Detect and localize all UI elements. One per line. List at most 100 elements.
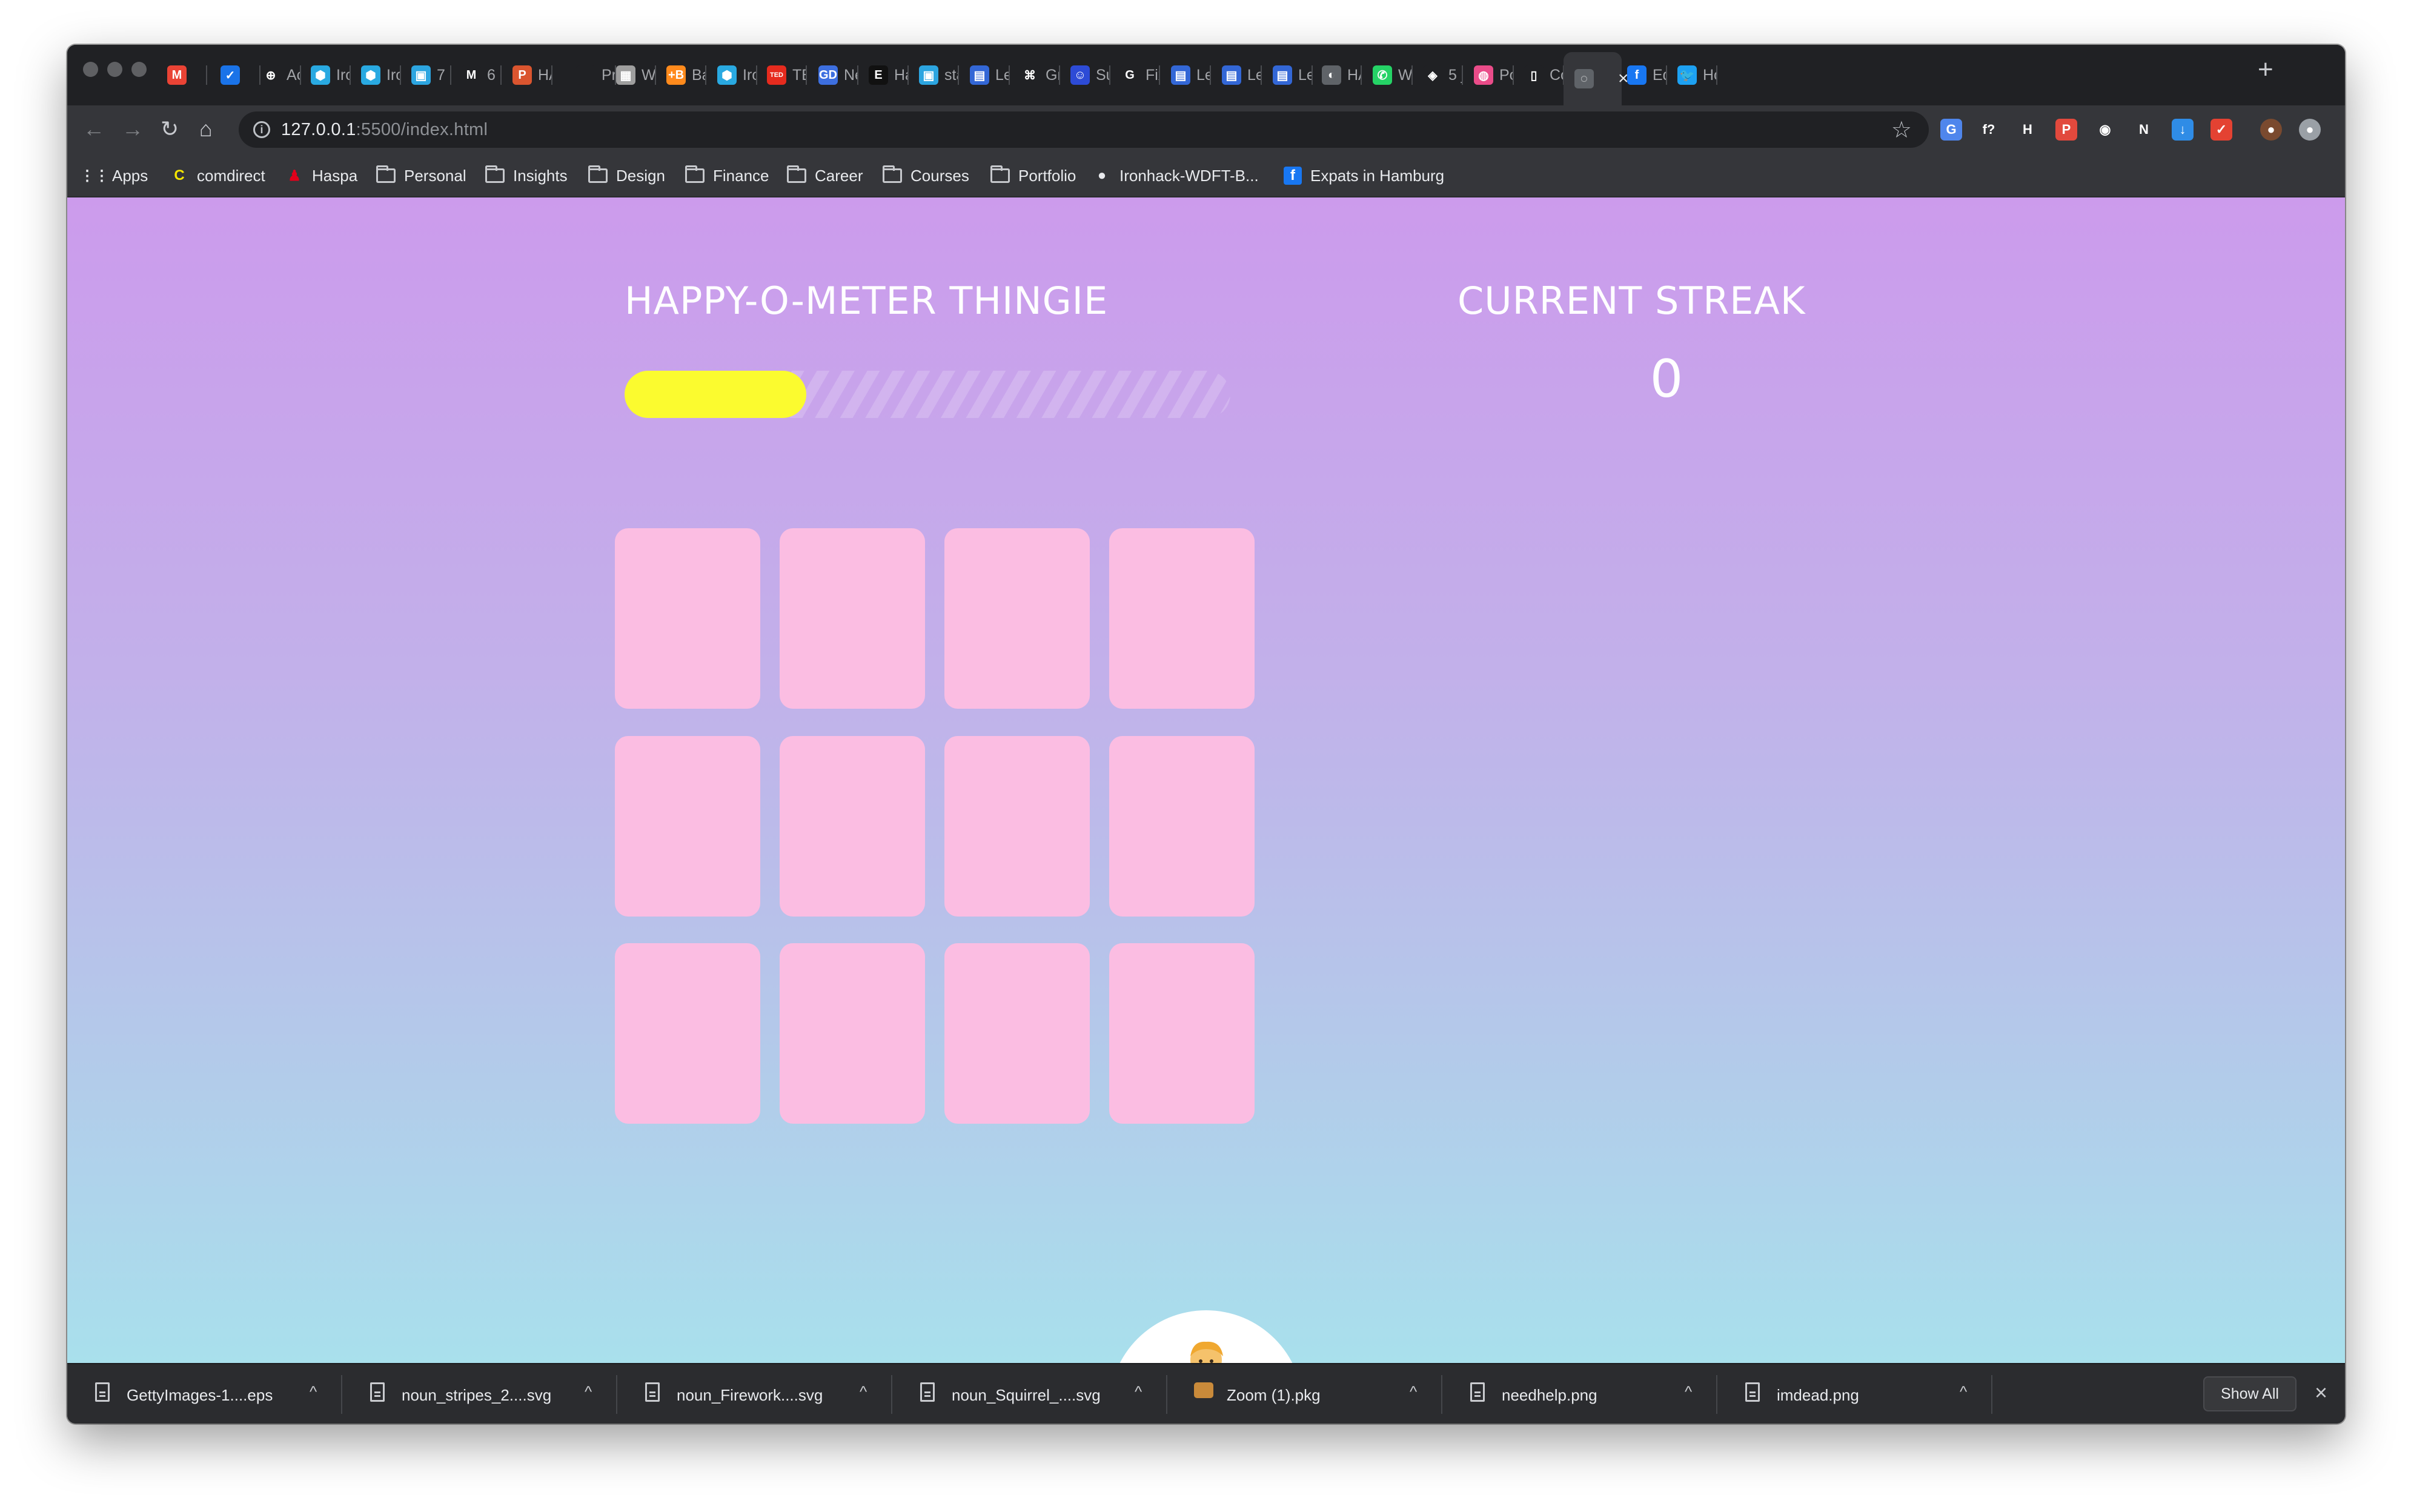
- chevron-up-icon[interactable]: ^: [310, 1382, 317, 1401]
- browser-tab[interactable]: ☺ Su: [1060, 53, 1110, 97]
- browser-tab[interactable]: M 6 e: [451, 53, 502, 97]
- download-item-zoom[interactable]: Zoom (1).pkg ^: [1167, 1364, 1442, 1424]
- site-info-icon[interactable]: i: [253, 121, 270, 138]
- new-tab-button[interactable]: +: [2258, 55, 2273, 85]
- todoist-icon[interactable]: ✓: [2210, 119, 2232, 141]
- close-downloads-icon[interactable]: ×: [2315, 1380, 2327, 1405]
- browser-tab[interactable]: 🐦 Ho: [1666, 53, 1717, 97]
- browser-tab[interactable]: ◐ HA: [1311, 53, 1362, 97]
- forward-button[interactable]: →: [122, 114, 144, 144]
- download-item-stripes[interactable]: noun_stripes_2....svg ^: [342, 1364, 617, 1424]
- reload-button[interactable]: ↻: [161, 114, 179, 144]
- bookmark-design[interactable]: Design: [588, 164, 665, 188]
- browser-tab[interactable]: ◈ 5 j: [1412, 53, 1463, 97]
- folder-icon: [883, 165, 902, 183]
- memory-card[interactable]: [780, 736, 925, 917]
- bookmark-expats[interactable]: f Expats in Hamburg: [1284, 164, 1444, 188]
- browser-tab[interactable]: ✆ W: [1362, 53, 1413, 97]
- back-button[interactable]: ←: [83, 114, 105, 144]
- browser-tab[interactable]: TED TE: [756, 53, 807, 97]
- bookmark-courses[interactable]: Courses: [883, 164, 969, 188]
- download-item-needhelp[interactable]: needhelp.png ^: [1442, 1364, 1717, 1424]
- browser-tab[interactable]: ▤ Le: [1262, 53, 1313, 97]
- memory-card[interactable]: [615, 943, 760, 1124]
- memory-card[interactable]: [615, 528, 760, 709]
- browser-tab[interactable]: ⊕ Ac: [250, 53, 301, 97]
- browser-tab[interactable]: ◍ Po: [1463, 53, 1514, 97]
- browser-tab[interactable]: f Ed: [1616, 53, 1667, 97]
- notion-icon[interactable]: N: [2133, 119, 2155, 141]
- browser-tab[interactable]: E Ha: [858, 53, 909, 97]
- bookmark-portfolio[interactable]: Portfolio: [990, 164, 1076, 188]
- bookmark-star-icon[interactable]: ☆: [1891, 116, 1912, 144]
- memory-card[interactable]: [615, 736, 760, 917]
- browser-tab[interactable]: ⬢ Iro: [350, 53, 401, 97]
- chevron-up-icon[interactable]: ^: [1960, 1382, 1967, 1401]
- close-window-button[interactable]: [83, 62, 98, 77]
- bookmark-insights[interactable]: Insights: [485, 164, 568, 188]
- browser-tab[interactable]: ▤ Le: [959, 53, 1010, 97]
- bookmark-ironhack[interactable]: ● Ironhack-WDFT-B...: [1093, 164, 1259, 188]
- memory-card[interactable]: [944, 943, 1090, 1124]
- download-filename: noun_Squirrel_....svg: [952, 1386, 1101, 1404]
- browser-tab[interactable]: ▣ sta: [908, 53, 959, 97]
- download-filename: Zoom (1).pkg: [1227, 1386, 1321, 1404]
- translate-icon[interactable]: G: [1940, 119, 1962, 141]
- browser-tab[interactable]: ⌘ Gr: [1009, 53, 1060, 97]
- tab-title: sta: [944, 66, 959, 84]
- chevron-up-icon[interactable]: ^: [585, 1382, 592, 1401]
- browser-tab[interactable]: ▦ Wi: [605, 53, 656, 97]
- tab-title: 6 e: [487, 66, 502, 84]
- browser-tab[interactable]: ◌ ×: [1564, 52, 1629, 105]
- minimize-window-button[interactable]: [107, 62, 122, 77]
- memory-card[interactable]: [944, 736, 1090, 917]
- bookmark-haspa[interactable]: ♟ Haspa: [285, 164, 357, 188]
- bookmark-finance[interactable]: Finance: [685, 164, 769, 188]
- tab-title: Gr: [1046, 66, 1060, 84]
- memory-card[interactable]: [1109, 736, 1255, 917]
- bookmark-career[interactable]: Career: [787, 164, 863, 188]
- chevron-up-icon[interactable]: ^: [1685, 1382, 1692, 1401]
- browser-tab[interactable]: M: [156, 53, 207, 97]
- download-ext-icon[interactable]: ↓: [2172, 119, 2194, 141]
- tab-title: Po: [1499, 66, 1514, 84]
- memory-card[interactable]: [780, 528, 925, 709]
- h-icon[interactable]: H: [2017, 119, 2038, 141]
- download-item-squirrel[interactable]: noun_Squirrel_....svg ^: [892, 1364, 1167, 1424]
- browser-tab[interactable]: +B Bal: [655, 53, 706, 97]
- browser-tab[interactable]: ▯ Co: [1513, 53, 1564, 97]
- browser-tab[interactable]: GD Ne: [808, 53, 858, 97]
- tab-title: Bal: [692, 66, 706, 84]
- profile-avatar[interactable]: ●: [2260, 119, 2282, 141]
- download-item-fireworks[interactable]: noun_Firework....svg ^: [617, 1364, 892, 1424]
- memory-card[interactable]: [1109, 528, 1255, 709]
- chevron-up-icon[interactable]: ^: [1410, 1382, 1417, 1401]
- download-item-eps[interactable]: GettyImages-1....eps ^: [67, 1364, 342, 1424]
- chevron-up-icon[interactable]: ^: [860, 1382, 867, 1401]
- home-button[interactable]: ⌂: [199, 114, 213, 144]
- memory-card[interactable]: [780, 943, 925, 1124]
- pdf-icon[interactable]: P: [2055, 119, 2077, 141]
- download-item-imdead[interactable]: imdead.png ^: [1717, 1364, 1992, 1424]
- browser-tab[interactable]: ▣ 7 S: [400, 53, 451, 97]
- zoom-window-button[interactable]: [131, 62, 147, 77]
- browser-tab[interactable]: ⬢ Iro: [706, 53, 757, 97]
- address-bar[interactable]: i 127.0.0.1:5500/index.html ☆: [239, 111, 1929, 148]
- bookmark-comdirect[interactable]: Ccomdirect: [170, 164, 265, 188]
- browser-tab[interactable]: ▤ Le: [1160, 53, 1211, 97]
- browser-tab[interactable]: G Fix: [1109, 53, 1160, 97]
- browser-tab[interactable]: ⬢ Iro: [300, 53, 351, 97]
- circle-icon[interactable]: ◉: [2094, 119, 2116, 141]
- browser-tab[interactable]: ▤ Le: [1211, 53, 1262, 97]
- bookmark-apps[interactable]: ⋮⋮ Apps: [80, 164, 148, 188]
- sync-icon[interactable]: ●: [2299, 119, 2321, 141]
- browser-tab[interactable]: P HA: [502, 53, 552, 97]
- show-all-button[interactable]: Show All: [2203, 1376, 2297, 1411]
- formula-icon[interactable]: f?: [1978, 119, 2000, 141]
- tab-divider: [206, 65, 207, 85]
- memory-card[interactable]: [944, 528, 1090, 709]
- bookmark-personal[interactable]: Personal: [376, 164, 466, 188]
- memory-card[interactable]: [1109, 943, 1255, 1124]
- tab-divider: [551, 65, 552, 85]
- chevron-up-icon[interactable]: ^: [1135, 1382, 1142, 1401]
